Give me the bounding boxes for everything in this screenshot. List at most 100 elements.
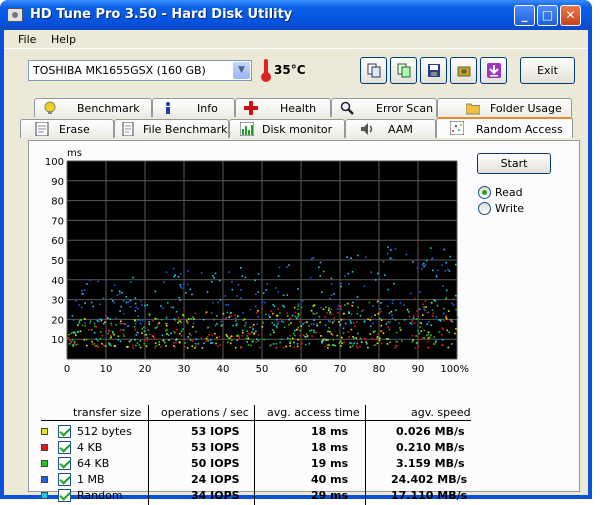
maximize-button[interactable]: □ — [537, 5, 558, 26]
copy-icon — [367, 63, 381, 78]
data-point-64-kb — [247, 344, 250, 346]
data-point-512-bytes — [325, 339, 328, 341]
row-checkbox[interactable] — [58, 425, 71, 438]
data-point-4-kb — [67, 337, 70, 339]
data-point-4-kb — [270, 310, 273, 312]
data-point-1-mb — [192, 322, 195, 325]
tab-aam[interactable]: AAM — [345, 119, 436, 138]
data-point-random — [167, 334, 170, 336]
tab-benchmark[interactable]: Benchmark — [34, 98, 152, 117]
data-point-64-kb — [352, 345, 354, 347]
data-point-64-kb — [250, 344, 252, 347]
tab-info[interactable]: Info — [152, 98, 235, 117]
title-bar[interactable]: HD Tune Pro 3.50 - Hard Disk Utility _ □… — [0, 0, 592, 30]
data-point-64-kb — [430, 334, 432, 337]
data-point-random — [439, 320, 442, 322]
menu-help[interactable]: Help — [51, 33, 76, 46]
data-point-1-mb — [372, 322, 374, 325]
data-point-4-kb — [239, 346, 242, 349]
data-point-512-bytes — [273, 331, 275, 334]
data-point-512-bytes — [412, 339, 414, 341]
data-point-random — [430, 324, 433, 326]
data-point-4-kb — [343, 341, 345, 344]
start-button[interactable]: Start — [477, 153, 551, 174]
data-point-4-kb — [172, 342, 175, 344]
data-point-random — [144, 334, 146, 336]
tab-error-scan[interactable]: Error Scan — [331, 98, 437, 117]
data-point-random — [143, 330, 146, 332]
data-point-64-kb — [388, 328, 391, 331]
data-point-1-mb — [330, 294, 333, 296]
download-button[interactable] — [480, 57, 507, 84]
data-point-64-kb — [81, 324, 84, 327]
data-point-4-kb — [424, 300, 427, 302]
data-point-512-bytes — [367, 346, 369, 349]
copy-all-button[interactable] — [390, 57, 417, 84]
screenshot-button[interactable] — [450, 57, 477, 84]
write-radio[interactable]: Write — [478, 202, 568, 216]
data-point-1-mb — [240, 289, 242, 291]
menu-file[interactable]: File — [18, 33, 36, 46]
exit-button[interactable]: Exit — [520, 57, 575, 84]
data-point-64-kb — [297, 305, 300, 307]
data-point-1-mb — [139, 319, 141, 322]
data-point-4-kb — [255, 341, 257, 343]
data-point-64-kb — [419, 321, 421, 324]
data-point-512-bytes — [230, 335, 233, 338]
row-checkbox[interactable] — [58, 457, 71, 470]
data-point-512-bytes — [166, 333, 168, 335]
data-point-random — [324, 338, 326, 340]
data-point-1-mb — [370, 271, 372, 274]
data-point-4-kb — [200, 337, 203, 340]
data-point-random — [313, 319, 315, 321]
tab-disk-monitor[interactable]: Disk monitor — [229, 119, 345, 138]
data-point-64-kb — [107, 332, 109, 335]
data-point-64-kb — [423, 329, 426, 332]
data-point-random — [188, 332, 191, 335]
data-point-random — [445, 289, 448, 292]
x-tick-label: 60 — [295, 364, 308, 375]
data-point-1-mb — [394, 248, 397, 250]
data-point-random — [432, 269, 434, 272]
data-point-random — [338, 342, 341, 344]
save-button[interactable] — [420, 57, 447, 84]
data-point-random — [356, 296, 359, 298]
data-point-random — [173, 275, 175, 278]
close-button[interactable]: ✕ — [560, 5, 581, 26]
data-point-random — [136, 331, 139, 334]
drive-select[interactable]: TOSHIBA MK1655GSX (160 GB) ▼ — [28, 60, 252, 81]
data-point-4-kb — [294, 311, 297, 314]
row-checkbox[interactable] — [58, 489, 71, 502]
data-point-64-kb — [329, 331, 332, 333]
tab-random-access[interactable]: Random Access — [436, 117, 573, 138]
data-point-4-kb — [219, 344, 221, 346]
tab-file-benchmark[interactable]: File Benchmark — [114, 119, 229, 138]
read-radio[interactable]: Read — [478, 186, 568, 200]
data-point-1-mb — [304, 321, 306, 324]
data-point-64-kb — [213, 318, 215, 321]
row-checkbox[interactable] — [58, 473, 71, 486]
data-point-512-bytes — [187, 318, 190, 320]
tab-erase[interactable]: Erase — [20, 119, 114, 138]
data-point-random — [144, 304, 146, 307]
data-point-random — [164, 341, 166, 344]
data-point-512-bytes — [365, 341, 367, 343]
tab-health[interactable]: Health — [235, 98, 331, 117]
data-point-1-mb — [328, 313, 331, 315]
app-icon[interactable] — [7, 8, 23, 22]
copy-info-button[interactable] — [360, 57, 387, 84]
data-point-random — [387, 246, 389, 248]
row-checkbox[interactable] — [58, 441, 71, 454]
data-point-random — [351, 271, 354, 273]
data-point-random — [385, 323, 388, 325]
read-radio-dot[interactable] — [478, 186, 491, 199]
minimize-button[interactable]: _ — [514, 5, 535, 26]
data-point-random — [346, 256, 348, 258]
data-point-512-bytes — [406, 308, 409, 311]
chevron-down-icon[interactable]: ▼ — [233, 62, 250, 79]
write-radio-dot[interactable] — [478, 202, 491, 215]
tab-folder-usage[interactable]: Folder Usage — [437, 98, 572, 117]
data-point-random — [93, 331, 96, 334]
data-point-1-mb — [411, 323, 413, 325]
data-point-512-bytes — [341, 342, 343, 345]
